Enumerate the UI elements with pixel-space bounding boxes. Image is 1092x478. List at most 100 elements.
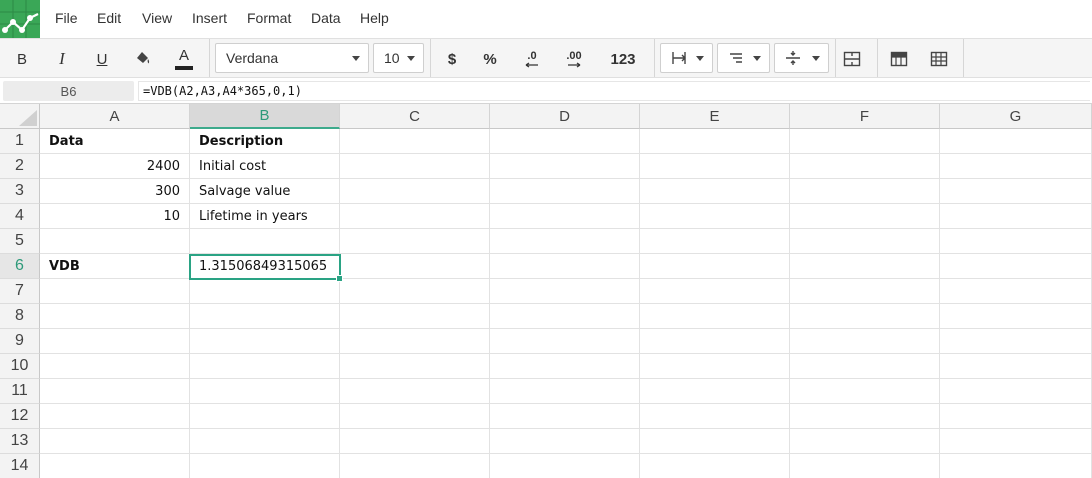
cell-f9[interactable] (790, 329, 940, 354)
cell-f6[interactable] (790, 254, 940, 279)
cell-a11[interactable] (40, 379, 190, 404)
menu-help[interactable]: Help (360, 10, 389, 26)
cell-c3[interactable] (340, 179, 490, 204)
cell-g6[interactable] (940, 254, 1092, 279)
cell-e14[interactable] (640, 454, 790, 478)
row-header-3[interactable]: 3 (0, 179, 40, 204)
row-header-11[interactable]: 11 (0, 379, 40, 404)
increase-decimals-button[interactable]: .00 (560, 45, 588, 73)
font-family-select[interactable]: Verdana (215, 43, 369, 73)
row-header-13[interactable]: 13 (0, 429, 40, 454)
cell-c7[interactable] (340, 279, 490, 304)
cell-b7[interactable] (190, 279, 340, 304)
cell-e2[interactable] (640, 154, 790, 179)
cell-d4[interactable] (490, 204, 640, 229)
horizontal-align-select[interactable] (660, 43, 713, 73)
cell-a12[interactable] (40, 404, 190, 429)
menu-format[interactable]: Format (247, 10, 291, 26)
cell-a7[interactable] (40, 279, 190, 304)
row-header-12[interactable]: 12 (0, 404, 40, 429)
cell-d12[interactable] (490, 404, 640, 429)
underline-button[interactable]: U (90, 45, 114, 73)
cell-a1[interactable]: Data (40, 129, 190, 154)
row-header-7[interactable]: 7 (0, 279, 40, 304)
bold-button[interactable]: B (10, 45, 34, 73)
cell-g12[interactable] (940, 404, 1092, 429)
row-header-10[interactable]: 10 (0, 354, 40, 379)
menu-view[interactable]: View (142, 10, 172, 26)
cell-d10[interactable] (490, 354, 640, 379)
italic-button[interactable]: I (50, 45, 74, 73)
column-header-g[interactable]: G (940, 104, 1092, 129)
cell-f12[interactable] (790, 404, 940, 429)
cell-g13[interactable] (940, 429, 1092, 454)
cell-e8[interactable] (640, 304, 790, 329)
cell-b2[interactable]: Initial cost (190, 154, 340, 179)
row-header-4[interactable]: 4 (0, 204, 40, 229)
column-header-a[interactable]: A (40, 104, 190, 129)
cell-f3[interactable] (790, 179, 940, 204)
cell-b13[interactable] (190, 429, 340, 454)
cell-d2[interactable] (490, 154, 640, 179)
cell-c14[interactable] (340, 454, 490, 478)
cell-b5[interactable] (190, 229, 340, 254)
cell-d13[interactable] (490, 429, 640, 454)
merge-cells-button[interactable] (841, 45, 863, 73)
cell-g11[interactable] (940, 379, 1092, 404)
text-wrap-select[interactable] (717, 43, 770, 73)
vertical-align-select[interactable] (774, 43, 829, 73)
cell-f14[interactable] (790, 454, 940, 478)
cell-c8[interactable] (340, 304, 490, 329)
cell-f13[interactable] (790, 429, 940, 454)
font-color-button[interactable]: A (172, 45, 196, 73)
cell-d11[interactable] (490, 379, 640, 404)
cell-c11[interactable] (340, 379, 490, 404)
row-header-14[interactable]: 14 (0, 454, 40, 478)
row-header-1[interactable]: 1 (0, 129, 40, 154)
cell-f1[interactable] (790, 129, 940, 154)
column-header-f[interactable]: F (790, 104, 940, 129)
row-header-5[interactable]: 5 (0, 229, 40, 254)
currency-format-button[interactable]: $ (440, 45, 464, 73)
cell-g1[interactable] (940, 129, 1092, 154)
fill-color-button[interactable] (131, 45, 155, 73)
cell-a8[interactable] (40, 304, 190, 329)
cell-d7[interactable] (490, 279, 640, 304)
cell-a13[interactable] (40, 429, 190, 454)
cell-f11[interactable] (790, 379, 940, 404)
cell-g3[interactable] (940, 179, 1092, 204)
cell-g2[interactable] (940, 154, 1092, 179)
select-all-corner[interactable] (0, 104, 40, 129)
percent-format-button[interactable]: % (478, 45, 502, 73)
cell-e10[interactable] (640, 354, 790, 379)
freeze-rows-button[interactable] (888, 45, 910, 73)
cell-d8[interactable] (490, 304, 640, 329)
number-format-button[interactable]: 123 (604, 45, 642, 73)
font-size-select[interactable]: 10 (373, 43, 424, 73)
cell-d1[interactable] (490, 129, 640, 154)
cell-g10[interactable] (940, 354, 1092, 379)
cell-c5[interactable] (340, 229, 490, 254)
cell-f10[interactable] (790, 354, 940, 379)
cell-e5[interactable] (640, 229, 790, 254)
menu-insert[interactable]: Insert (192, 10, 227, 26)
cell-e6[interactable] (640, 254, 790, 279)
cell-g14[interactable] (940, 454, 1092, 478)
cell-g7[interactable] (940, 279, 1092, 304)
column-header-b[interactable]: B (190, 104, 340, 129)
cell-e11[interactable] (640, 379, 790, 404)
menu-edit[interactable]: Edit (97, 10, 121, 26)
cell-a10[interactable] (40, 354, 190, 379)
cell-d9[interactable] (490, 329, 640, 354)
cell-d14[interactable] (490, 454, 640, 478)
cell-a3[interactable]: 300 (40, 179, 190, 204)
menu-file[interactable]: File (55, 10, 78, 26)
row-header-2[interactable]: 2 (0, 154, 40, 179)
cell-g9[interactable] (940, 329, 1092, 354)
cell-d5[interactable] (490, 229, 640, 254)
cell-c13[interactable] (340, 429, 490, 454)
cell-e13[interactable] (640, 429, 790, 454)
cell-c12[interactable] (340, 404, 490, 429)
cell-b14[interactable] (190, 454, 340, 478)
cell-e4[interactable] (640, 204, 790, 229)
